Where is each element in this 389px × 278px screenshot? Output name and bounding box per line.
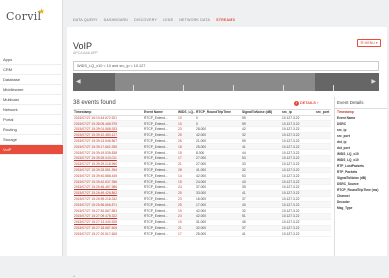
sidebar-item-multicast[interactable]: Multicast bbox=[0, 95, 63, 105]
table-body: 2015/07/27 16:10:44.672.921 RTCP_Extend..… bbox=[73, 115, 331, 238]
events-table: Timestamp Event Name WIDS_LQ... RTCP_RoundT… bbox=[73, 109, 331, 253]
sidebar-item-storage[interactable]: Storage bbox=[0, 135, 63, 145]
timeline-left-icon[interactable]: ◀ bbox=[76, 78, 81, 85]
table-cell: RTCP_Extend... bbox=[143, 230, 177, 238]
sidebar-item-voip[interactable]: VoIP bbox=[0, 145, 63, 155]
timeline-tick bbox=[133, 85, 134, 91]
event-details-pane: Event Details Timestamp Event Name DSRC src… bbox=[334, 97, 387, 256]
nav-lens[interactable]: LENS bbox=[163, 18, 173, 22]
sidebar-item-routing[interactable]: Routing bbox=[0, 125, 63, 135]
timeline-tick bbox=[233, 85, 234, 91]
timeline[interactable]: ◀ ▶ bbox=[73, 73, 379, 91]
page-subtitle: APCA AAA APP bbox=[73, 51, 98, 55]
table-cell: 17 bbox=[177, 230, 195, 238]
table-cell: 10.127.3.22 bbox=[281, 230, 315, 238]
sidebar-item-portal[interactable]: Portal bbox=[0, 115, 63, 125]
top-nav: DATA QUERY DASHBOARD DISCOVERY LENS NETWORK … bbox=[73, 18, 241, 22]
timeline-tick bbox=[333, 85, 334, 91]
table-cell bbox=[315, 230, 331, 238]
nav-dashboard[interactable]: DASHBOARD bbox=[104, 18, 129, 22]
timestamp-link[interactable]: 2015/07/27 15:27:20.517.606 bbox=[73, 230, 143, 238]
details-label: DETAILS bbox=[300, 101, 316, 105]
timeline-right-icon[interactable]: ▶ bbox=[371, 78, 376, 85]
nav-streams[interactable]: STREAMS bbox=[216, 18, 235, 22]
detail-field: Msg_Type bbox=[337, 206, 353, 210]
alert-icon: ! bbox=[294, 101, 299, 106]
sidebar-item-crm[interactable]: CRM bbox=[0, 65, 63, 75]
timeline-selection[interactable] bbox=[115, 73, 315, 91]
menu-button[interactable]: ☰ MENU ▾ bbox=[357, 39, 381, 47]
logo-text: Corvil bbox=[6, 10, 42, 23]
event-details-list: Timestamp Event Name DSRC src_ip src_port dst… bbox=[335, 109, 387, 211]
nav-network-data[interactable]: NETWORK DATA bbox=[179, 18, 210, 22]
nav-discovery[interactable]: DISCOVERY bbox=[134, 18, 157, 22]
details-link[interactable]: ! DETAILS › bbox=[294, 101, 318, 106]
table-cell: 25.000 bbox=[195, 230, 241, 238]
page-title: VoIP bbox=[73, 41, 93, 51]
sidebar-item-network[interactable]: Network bbox=[0, 105, 63, 115]
events-count: 38 events found bbox=[73, 100, 116, 106]
sidebar-item-middleware[interactable]: Middleware bbox=[0, 85, 63, 95]
query-input[interactable]: WIDS_LQ_x10 < 10 and src_ip = 10.127 bbox=[73, 61, 379, 71]
main-card: VoIP APCA AAA APP ☰ MENU ▾ WIDS_LQ_x10 <… bbox=[67, 27, 387, 278]
horizontal-scrollbar[interactable]: ◂ bbox=[73, 274, 331, 278]
star-icon: ★ bbox=[38, 7, 46, 16]
sidebar-list: Apps CRM Database Middleware Multicast Networ… bbox=[0, 55, 63, 155]
sidebar-item-database[interactable]: Database bbox=[0, 75, 63, 85]
timeline-tick bbox=[283, 85, 284, 91]
event-details-title: Event Details bbox=[335, 97, 387, 109]
table-row[interactable]: 2015/07/27 15:27:20.517.606 RTCP_Extend..… bbox=[73, 230, 331, 238]
sidebar-item-apps[interactable]: Apps bbox=[0, 55, 63, 65]
nav-data-query[interactable]: DATA QUERY bbox=[73, 18, 98, 22]
table-cell: 41 bbox=[241, 230, 281, 238]
corvil-logo[interactable]: Corvil ★ bbox=[6, 7, 45, 23]
menu-label: MENU bbox=[364, 41, 375, 45]
sidebar: Corvil ★ Apps CRM Database Middleware Multic… bbox=[0, 0, 63, 256]
timeline-tick bbox=[183, 85, 184, 91]
